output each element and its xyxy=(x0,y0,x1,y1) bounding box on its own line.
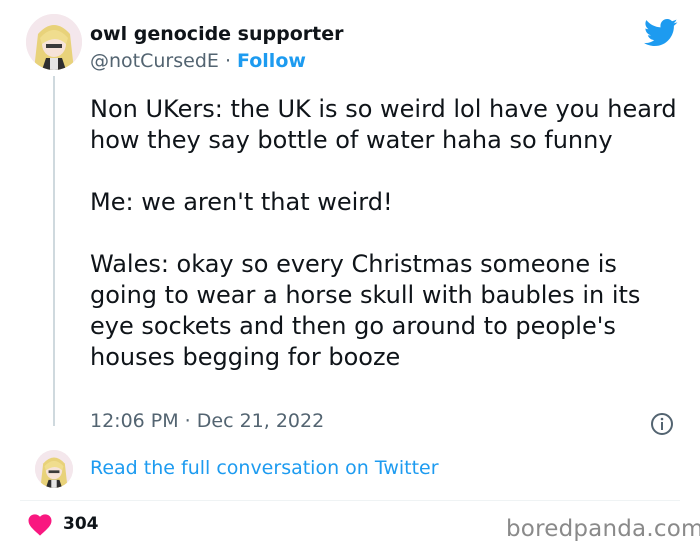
tweet-text: Non UKers: the UK is so weird lol have y… xyxy=(90,94,686,373)
tweet-paragraph: Me: we aren't that weird! xyxy=(90,188,393,216)
read-conversation-link[interactable]: Read the full conversation on Twitter xyxy=(90,457,439,479)
handle-separator: · xyxy=(224,50,231,72)
heart-icon[interactable] xyxy=(28,514,52,536)
thread-line xyxy=(53,76,55,426)
like-count: 304 xyxy=(63,514,99,534)
tweet-paragraph: Wales: okay so every Christmas someone i… xyxy=(90,250,641,371)
follow-button[interactable]: Follow xyxy=(237,50,306,72)
tweet-paragraph: Non UKers: the UK is so weird lol have y… xyxy=(90,95,677,154)
tweet-timestamp[interactable]: 12:06 PM · Dec 21, 2022 xyxy=(90,410,324,432)
author-avatar[interactable] xyxy=(26,14,82,70)
avatar-image xyxy=(26,14,82,70)
author-handle-row: @notCursedE · Follow xyxy=(90,50,306,72)
author-handle[interactable]: @notCursedE xyxy=(90,50,219,72)
divider xyxy=(20,500,680,501)
avatar-image xyxy=(35,450,73,488)
watermark: boredpanda.com xyxy=(506,516,700,542)
author-display-name[interactable]: owl genocide supporter xyxy=(90,23,343,45)
reply-avatar[interactable] xyxy=(35,450,73,488)
twitter-bird-icon[interactable] xyxy=(644,18,678,48)
info-icon[interactable] xyxy=(650,412,674,436)
